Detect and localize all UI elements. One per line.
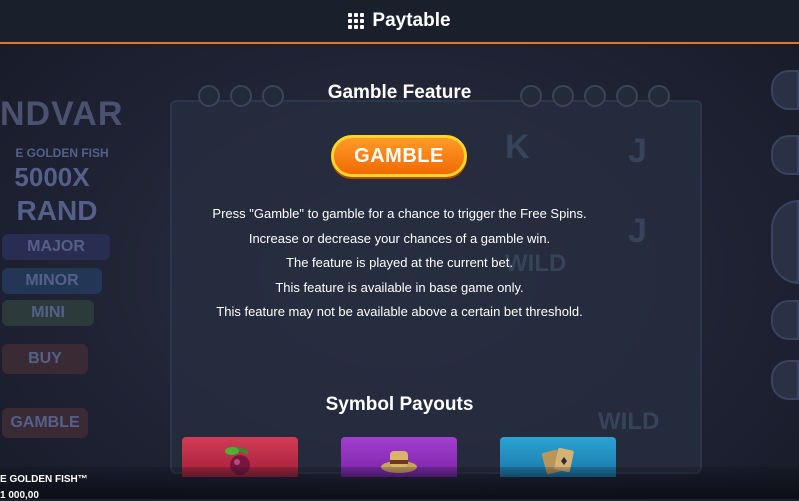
bottom-bar [0, 467, 799, 499]
page-title: Paytable [372, 10, 451, 31]
balance-amount: 1 000,00 [0, 490, 39, 501]
description-line: Increase or decrease your chances of a g… [248, 230, 551, 246]
description-line: This feature may not be available above … [216, 304, 583, 319]
symbol-payouts-title: Symbol Payouts [325, 394, 474, 415]
paytable-header: Paytable [0, 0, 799, 44]
gamble-button[interactable]: GAMBLE [331, 135, 467, 177]
gamble-description: Press "Gamble" to gamble for a chance to… [0, 202, 799, 325]
description-line: This feature is available in base game o… [275, 279, 524, 295]
game-name-label: E GOLDEN FISH™ [0, 474, 88, 485]
gamble-feature-title: Gamble Feature [327, 82, 472, 103]
description-line: The feature is played at the current bet… [286, 255, 513, 270]
description-line: Press "Gamble" to gamble for a chance to… [212, 206, 587, 221]
grid-icon[interactable] [348, 13, 365, 29]
